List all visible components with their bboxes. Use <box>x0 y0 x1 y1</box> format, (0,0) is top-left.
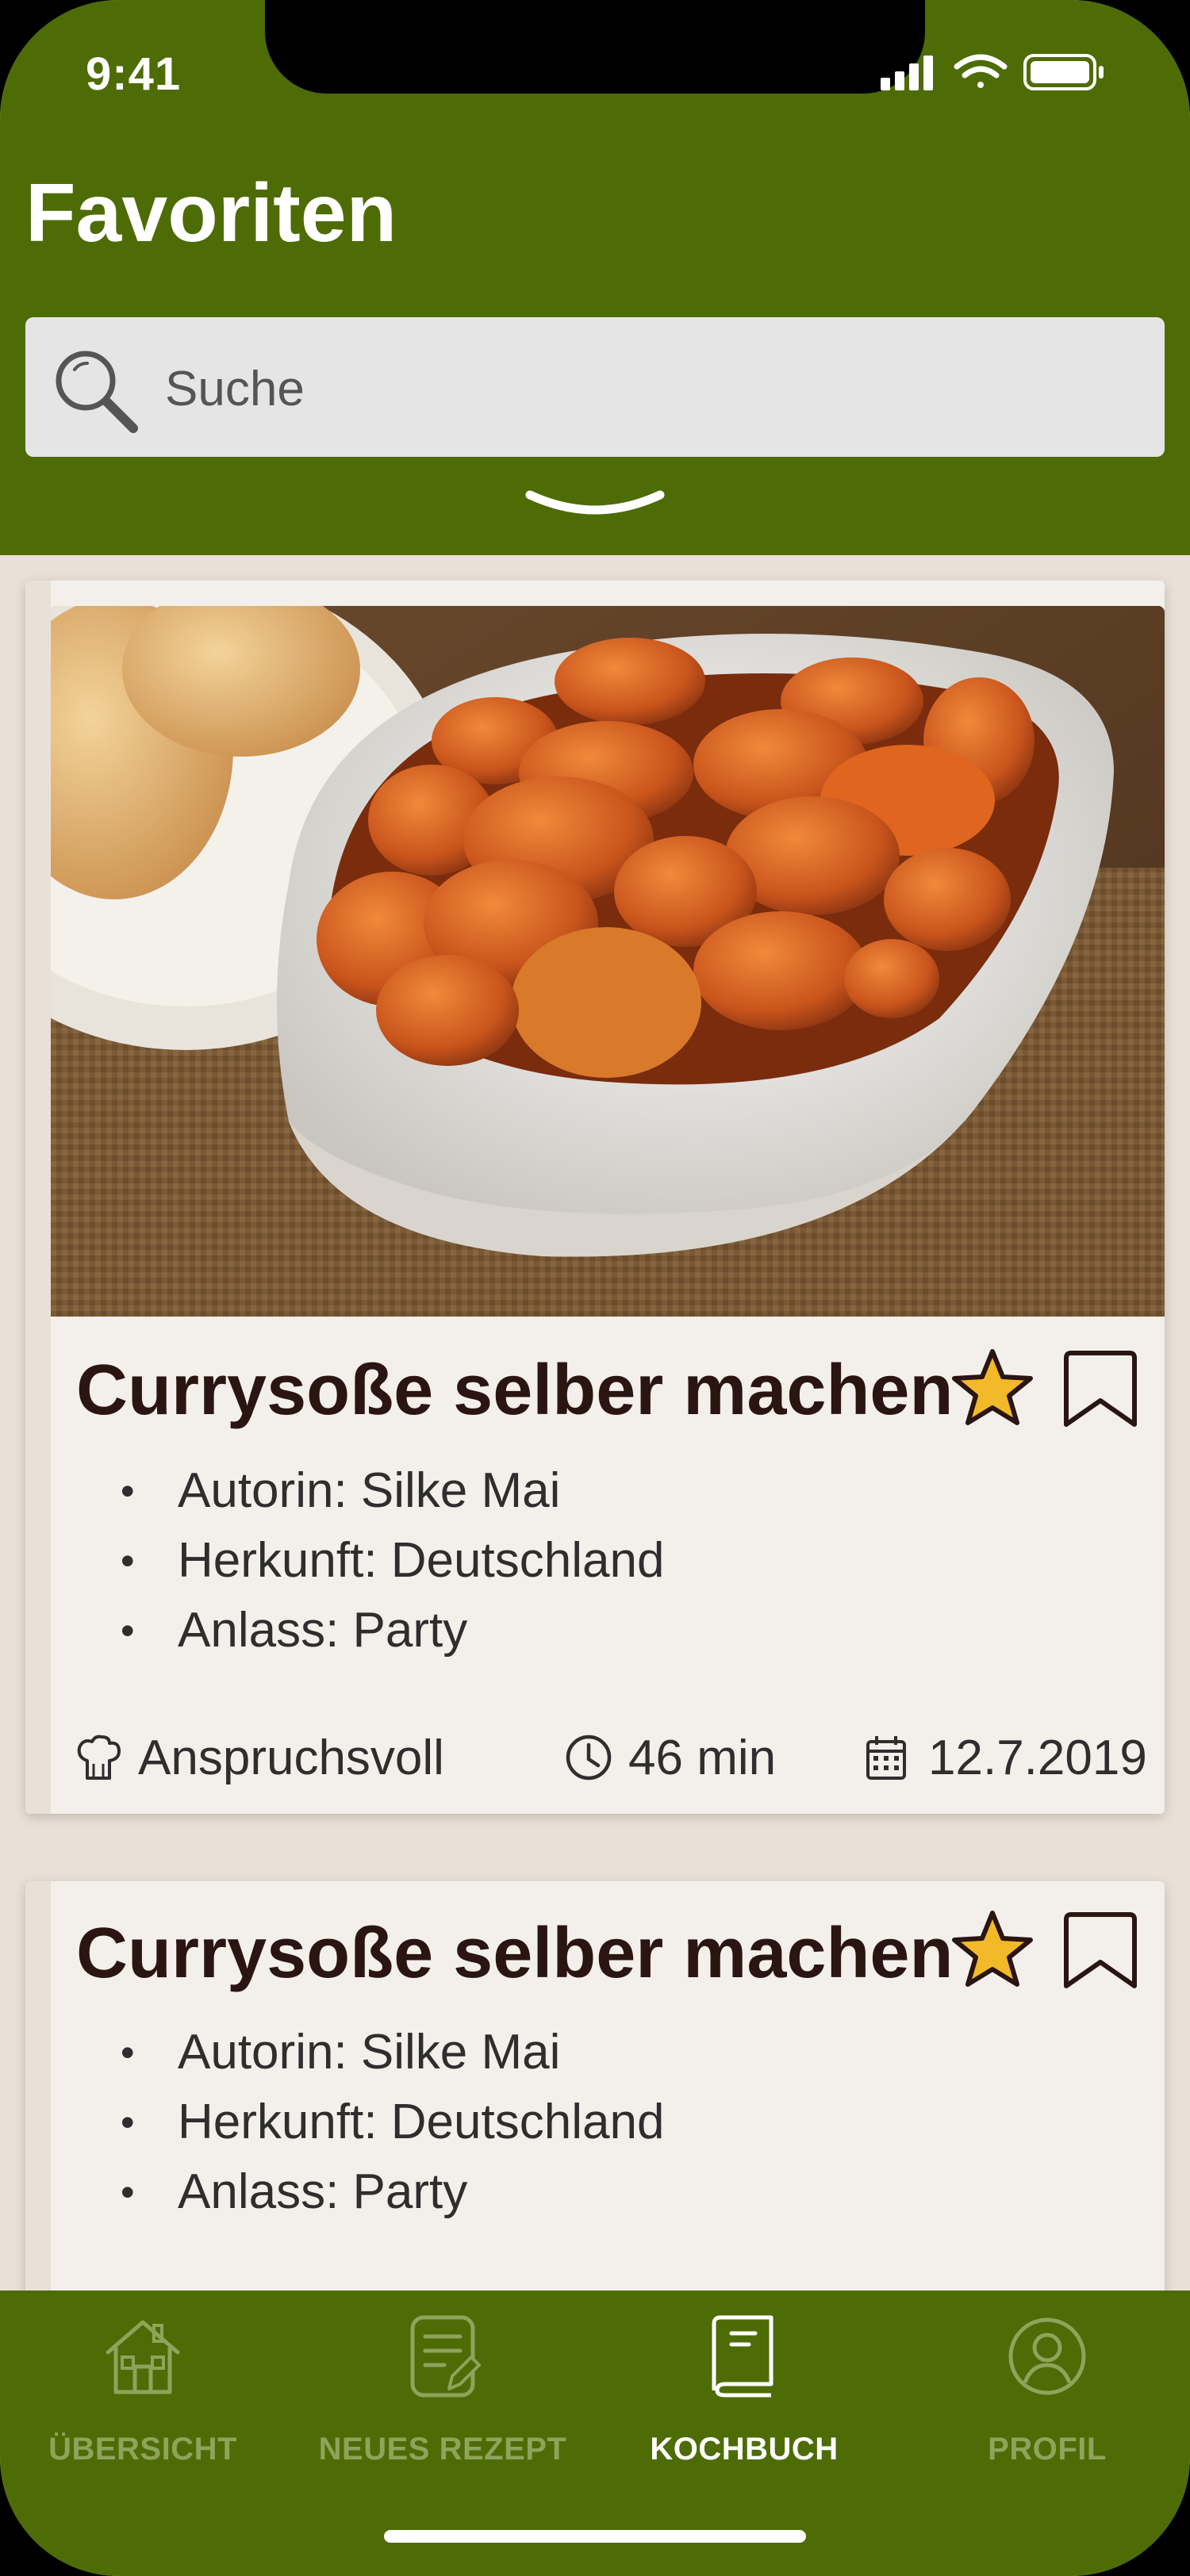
book-icon <box>712 2315 774 2398</box>
duration-label: 46 min <box>628 1731 777 1785</box>
tab-label: ÜBERSICHT <box>48 2432 237 2467</box>
currywurst-photo <box>51 606 1165 1317</box>
tab-uebersicht[interactable]: ÜBERSICHT <box>12 2313 274 2471</box>
tab-neues-rezept[interactable]: NEUES REZEPT <box>312 2313 574 2471</box>
bookmark-icon[interactable] <box>1057 1345 1144 1432</box>
recipe-card[interactable]: Currysoße selber machen Autorin: Silke M… <box>25 581 1165 1814</box>
detail-origin: Herkunft: Deutschland <box>121 1526 664 1596</box>
card-accent <box>25 1881 51 2292</box>
recipe-meta: Anspruchsvoll 46 min 12.7.2019 <box>76 1723 1155 1794</box>
recipe-card[interactable]: Currysoße selber machen Autorin: Silke M… <box>25 1881 1165 2292</box>
detail-occasion: Anlass: Party <box>121 1596 664 1666</box>
device-notch <box>265 0 925 94</box>
tab-label: NEUES REZEPT <box>318 2432 567 2467</box>
clock-icon <box>566 1735 612 1781</box>
search-bar[interactable] <box>25 317 1165 457</box>
detail-author: Autorin: Silke Mai <box>121 1456 664 1526</box>
recipe-details: Autorin: Silke Mai Herkunft: Deutschland… <box>121 1456 664 1666</box>
tab-label: PROFIL <box>988 2432 1107 2467</box>
home-indicator[interactable] <box>384 2530 806 2543</box>
tab-kochbuch[interactable]: KOCHBUCH <box>613 2313 875 2471</box>
recipe-image[interactable] <box>51 606 1165 1317</box>
note-edit-icon <box>410 2315 481 2398</box>
profile-icon <box>1008 2317 1086 2395</box>
chevron-down-icon[interactable] <box>524 484 666 523</box>
recipe-details: Autorin: Silke Mai Herkunft: Deutschland… <box>121 2018 664 2227</box>
card-accent <box>25 581 51 1814</box>
status-time: 9:41 <box>86 48 182 100</box>
date-label: 12.7.2019 <box>928 1731 1147 1785</box>
detail-author: Autorin: Silke Mai <box>121 2018 664 2087</box>
search-input[interactable] <box>165 349 1117 428</box>
page-title: Favoriten <box>25 167 397 259</box>
chef-hat-icon <box>77 1735 121 1780</box>
wifi-icon <box>954 54 1008 88</box>
recipe-title[interactable]: Currysoße selber machen <box>76 1913 953 1995</box>
house-icon <box>106 2320 180 2394</box>
tab-label: KOCHBUCH <box>650 2432 839 2467</box>
recipe-title[interactable]: Currysoße selber machen <box>76 1350 953 1432</box>
search-icon <box>56 351 138 433</box>
difficulty-label: Anspruchsvoll <box>138 1731 444 1785</box>
recipe-list: Currysoße selber machen Autorin: Silke M… <box>0 555 1190 2292</box>
detail-occasion: Anlass: Party <box>121 2157 664 2227</box>
star-icon[interactable] <box>949 1345 1036 1432</box>
battery-icon <box>1023 54 1104 90</box>
tab-profil[interactable]: PROFIL <box>916 2313 1178 2471</box>
phone-screen: 9:41 Favoriten Suche Currysoße selber ma… <box>0 0 1190 2576</box>
bookmark-icon[interactable] <box>1057 1907 1144 1994</box>
detail-origin: Herkunft: Deutschland <box>121 2087 664 2157</box>
calendar-icon <box>866 1736 906 1780</box>
star-icon[interactable] <box>949 1907 1036 1994</box>
header: 9:41 Favoriten <box>0 0 1190 555</box>
status-icons <box>881 54 1104 90</box>
signal-icon <box>881 56 933 90</box>
